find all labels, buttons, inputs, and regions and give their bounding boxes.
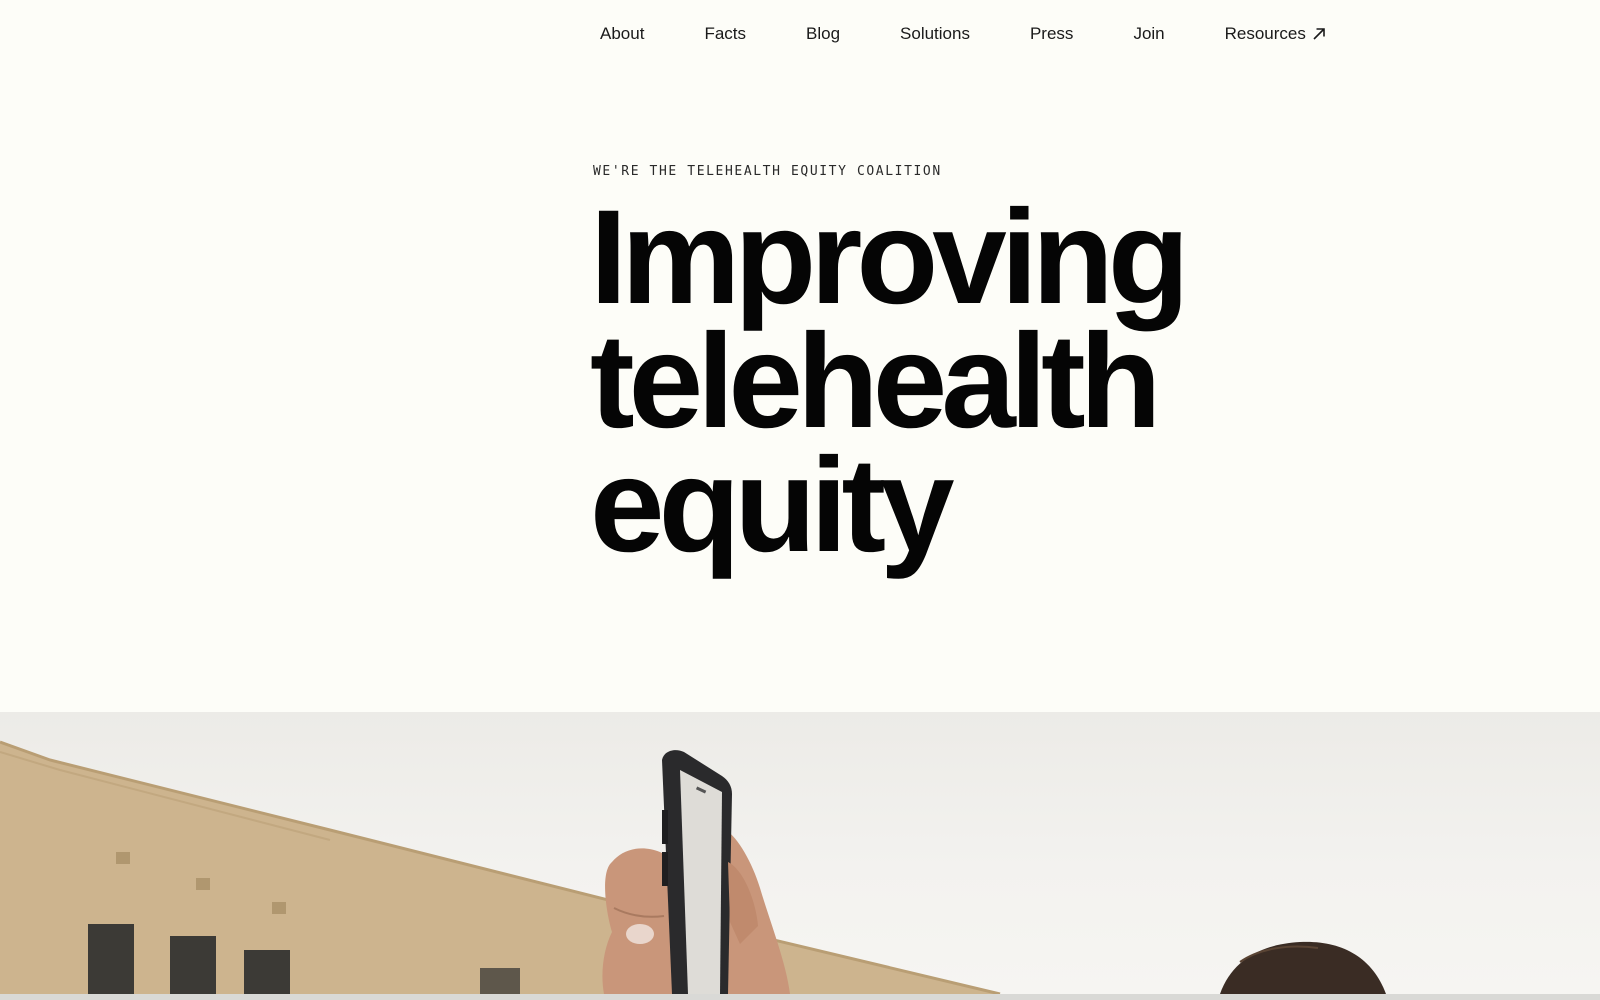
nav-join[interactable]: Join bbox=[1133, 24, 1164, 44]
nav-solutions[interactable]: Solutions bbox=[900, 24, 970, 44]
hero-eyebrow: WE'RE THE TELEHEALTH EQUITY COALITION bbox=[593, 164, 942, 179]
nav-facts[interactable]: Facts bbox=[704, 24, 746, 44]
nav-about[interactable]: About bbox=[600, 24, 644, 44]
hero-photo bbox=[0, 712, 1600, 994]
headline-line-3: equity bbox=[590, 431, 955, 580]
headline-line-1: Improving bbox=[590, 183, 1190, 332]
hero-headline: Improving telehealth equity bbox=[590, 183, 1190, 580]
arrow-up-right-icon bbox=[1312, 27, 1326, 41]
nav-blog[interactable]: Blog bbox=[806, 24, 840, 44]
main-nav: About Facts Blog Solutions Press Join Re… bbox=[600, 22, 1326, 46]
nav-resources[interactable]: Resources bbox=[1225, 24, 1326, 44]
building-wall bbox=[0, 742, 1000, 994]
nav-press[interactable]: Press bbox=[1030, 24, 1073, 44]
headline-line-2: telehealth bbox=[590, 307, 1162, 456]
nav-resources-label: Resources bbox=[1224, 24, 1306, 43]
person-hair bbox=[1220, 941, 1386, 994]
building-window bbox=[88, 924, 134, 994]
bottom-scroll-bar bbox=[0, 994, 1600, 1000]
